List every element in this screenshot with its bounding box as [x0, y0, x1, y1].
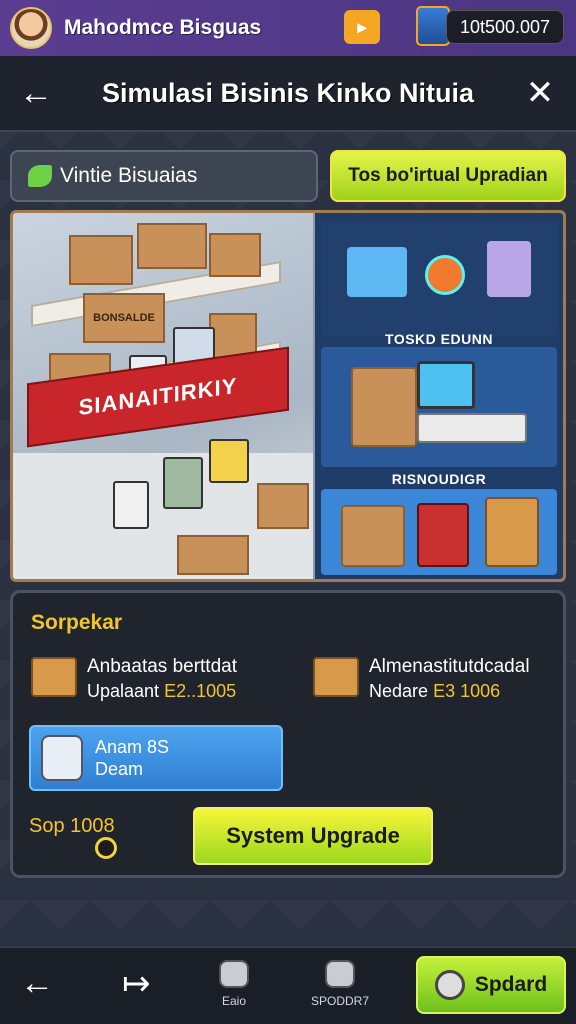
cardboard-box — [341, 505, 405, 567]
stat-sub: Upalaant E2..1005 — [87, 679, 237, 703]
back-arrow-icon[interactable]: ← — [18, 76, 54, 110]
cash-machine-icon — [209, 439, 249, 483]
cardboard-box — [137, 223, 207, 269]
system-upgrade-button[interactable]: System Upgrade — [193, 807, 433, 865]
store-illustration: BONSALDE SIANAITIRKIY — [13, 213, 313, 579]
cardboard-box — [177, 535, 249, 575]
business-scene: BONSALDE SIANAITIRKIY TOSKD EDUNN RISNOU… — [10, 210, 566, 582]
cargo-cart-icon — [31, 657, 77, 697]
tab-label: Vintie Bisuaias — [60, 164, 198, 187]
register-icon — [163, 457, 203, 509]
spoard-button[interactable]: Spdard — [416, 956, 566, 1014]
nav-label: Eaio — [221, 994, 247, 1008]
staff-card[interactable]: Anam 8S Deam — [29, 725, 283, 791]
spoard-label: Spdard — [474, 973, 548, 996]
upgrade-summary-panel: Sorpekar Anbaatas berttdat Upalaant E2..… — [10, 590, 566, 878]
desk-icon — [417, 413, 527, 443]
staff-card-line: Anam 8S — [95, 737, 170, 757]
summary-title: Sorpekar — [31, 611, 123, 634]
staff-card-text: Anam 8S Deam — [95, 736, 169, 780]
upgrade-panels: TOSKD EDUNN RISNOUDIGR — [315, 213, 563, 579]
hologram-panel — [321, 221, 557, 337]
top-status-bar: Mahodmce Bisguas ▸ 10t500.007 — [0, 0, 576, 56]
upgrade-cost-line: Sop 1008 — [29, 815, 115, 837]
close-icon[interactable]: ✕ — [522, 76, 558, 110]
player-name: Mahodmce Bisguas — [64, 16, 262, 39]
staff-card-line: Deam — [95, 759, 144, 779]
stat-amount: E2..1005 — [164, 681, 237, 701]
stat-sub-label: Nedare — [369, 681, 429, 701]
stat-name: Anbaatas berttdat — [87, 656, 237, 677]
coin-icon — [95, 837, 117, 859]
labeled-box: BONSALDE — [83, 293, 165, 343]
store-sign-text: SIANAITIRKIY — [78, 372, 238, 421]
mode-tabs: Vintie Bisuaias Tos bo'irtual Upradian — [10, 150, 566, 202]
cardboard-box — [351, 367, 417, 447]
stat-amount: E3 1006 — [433, 681, 501, 701]
stat-item: Anbaatas berttdat Upalaant E2..1005 — [31, 655, 237, 703]
stat-sub: Nedare E3 1006 — [369, 679, 530, 703]
robot-icon — [41, 735, 83, 781]
ticket-glyph: ▸ — [357, 16, 367, 37]
page-title: Simulasi Bisinis Kinko Nituia — [101, 77, 475, 108]
tab-virtual-business[interactable]: Vintie Bisuaias — [10, 150, 318, 202]
nav-item-store[interactable]: Eaio — [198, 960, 270, 1008]
storage-panel — [321, 489, 557, 575]
arcade-machine-icon — [417, 503, 469, 567]
cardboard-box — [209, 233, 261, 277]
cardboard-box — [485, 497, 539, 567]
stat-item: Almenastitutdcadal Nedare E3 1006 — [313, 655, 530, 703]
nav-back-icon[interactable]: ← — [20, 964, 54, 1003]
robot-icon — [325, 960, 355, 988]
data-core-icon — [425, 255, 465, 295]
tab-label-active: Tos bo'irtual Upradian — [348, 165, 548, 186]
monitor-icon — [417, 361, 475, 409]
store-icon — [219, 960, 249, 988]
hologram-screen-icon — [347, 247, 407, 297]
nav-label: SPODDR7 — [310, 994, 369, 1008]
leaf-icon — [28, 165, 52, 187]
stat-name: Almenastitutdcadal — [369, 656, 530, 677]
cardboard-box — [257, 483, 309, 529]
bottom-navigation: ← ↦ Eaio SPODDR7 Spdard — [0, 946, 576, 1024]
open-box-icon — [313, 657, 359, 697]
device-icon — [487, 241, 531, 297]
workstation-panel — [321, 347, 557, 467]
nav-item-robot[interactable]: SPODDR7 — [304, 960, 376, 1008]
tab-virtual-upgrade[interactable]: Tos bo'irtual Upradian — [330, 150, 566, 202]
cardboard-box — [69, 235, 133, 285]
screen-header: ← Simulasi Bisinis Kinko Nituia ✕ — [0, 56, 576, 132]
stat-sub-label: Upalaant — [87, 681, 160, 701]
box-label: BONSALDE — [93, 312, 155, 324]
vending-machine-icon — [113, 481, 149, 529]
ticket-icon[interactable]: ▸ — [344, 10, 380, 44]
nav-forward-icon[interactable]: ↦ — [122, 964, 151, 1004]
upgrade-cost: Sop 1008 — [29, 815, 115, 837]
currency-display: 10t500.007 — [446, 10, 564, 44]
wallet-icon[interactable] — [416, 6, 450, 46]
player-avatar[interactable] — [10, 7, 52, 49]
gear-icon — [434, 970, 465, 1000]
